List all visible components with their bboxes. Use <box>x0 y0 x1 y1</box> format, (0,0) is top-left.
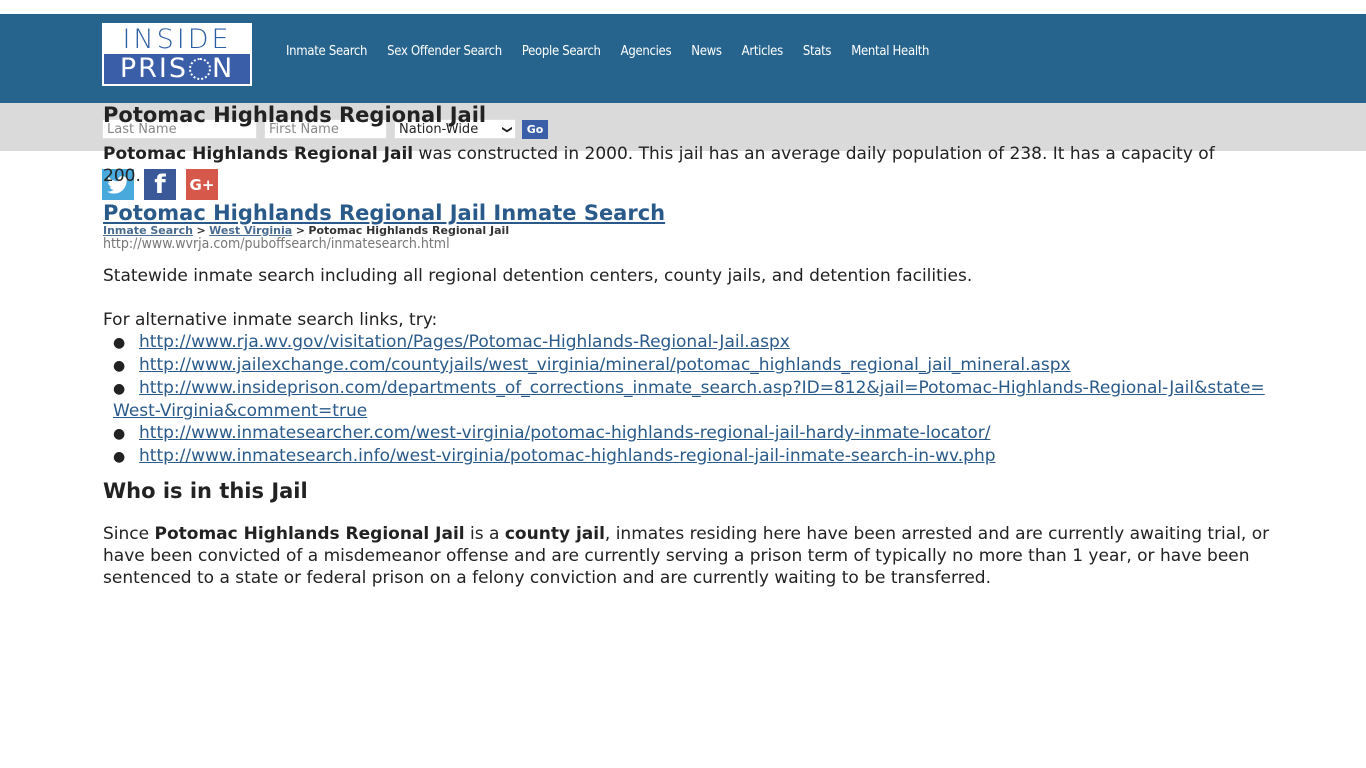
site-header: INSIDE PRIS N Inmate Search Sex Offender … <box>0 14 1366 103</box>
page-title: Potomac Highlands Regional Jail <box>103 103 487 127</box>
nav-sex-offender-search[interactable]: Sex Offender Search <box>387 44 502 59</box>
alt-link[interactable]: http://www.insideprison.com/departments_… <box>113 378 1265 421</box>
inmate-search-description: Statewide inmate search including all re… <box>103 266 973 286</box>
inside-prison-logo[interactable]: INSIDE PRIS N <box>102 23 252 86</box>
who-text: Since <box>103 524 155 544</box>
chevron-down-icon: ❮ <box>501 124 513 134</box>
who-jail-name: Potomac Highlands Regional Jail <box>154 524 465 544</box>
who-text: is a <box>464 524 505 544</box>
alt-link[interactable]: http://www.rja.wv.gov/visitation/Pages/P… <box>139 332 790 352</box>
bullet-icon: ● <box>113 381 126 397</box>
nav-articles[interactable]: Articles <box>742 44 784 59</box>
who-jail-type: county jail <box>504 524 605 544</box>
list-item: ● http://www.inmatesearcher.com/west-virg… <box>113 422 1268 445</box>
alt-link[interactable]: http://www.jailexchange.com/countyjails/… <box>139 355 1071 375</box>
bullet-icon: ● <box>113 335 126 351</box>
bullet-icon: ● <box>113 426 126 442</box>
barbed-wire-o-icon <box>188 58 211 80</box>
nav-news[interactable]: News <box>691 44 722 59</box>
bullet-icon: ● <box>113 449 126 465</box>
alt-link[interactable]: http://www.inmatesearch.info/west-virgin… <box>139 446 996 466</box>
list-item: ● http://www.rja.wv.gov/visitation/Pages/… <box>113 331 1268 354</box>
nav-stats[interactable]: Stats <box>803 44 832 59</box>
logo-bottom-right: N <box>211 53 235 84</box>
intro-paragraph: Potomac Highlands Regional Jail was cons… <box>103 143 1243 187</box>
logo-bottom-text: PRIS N <box>104 54 250 84</box>
list-item: ● http://www.jailexchange.com/countyjails… <box>113 354 1268 377</box>
alt-link[interactable]: http://www.inmatesearcher.com/west-virgi… <box>139 423 990 443</box>
inmate-search-link[interactable]: Potomac Highlands Regional Jail Inmate S… <box>103 201 665 225</box>
main-nav: Inmate Search Sex Offender Search People… <box>286 44 949 59</box>
inmate-search-url: http://www.wvrja.com/puboffsearch/inmate… <box>103 236 450 252</box>
top-gap <box>0 0 1366 14</box>
nav-mental-health[interactable]: Mental Health <box>851 44 929 59</box>
alternative-links-intro: For alternative inmate search links, try… <box>103 310 438 330</box>
list-item: ● http://www.inmatesearch.info/west-virgi… <box>113 445 1268 468</box>
logo-top-text: INSIDE <box>122 24 232 55</box>
logo-bottom-left: PRIS <box>119 53 188 84</box>
alternative-links-list: ● http://www.rja.wv.gov/visitation/Pages/… <box>103 331 1268 468</box>
list-item: ● http://www.insideprison.com/departments… <box>113 377 1268 422</box>
who-heading: Who is in this Jail <box>103 479 308 503</box>
intro-jail-name: Potomac Highlands Regional Jail <box>103 144 414 164</box>
nav-agencies[interactable]: Agencies <box>621 44 672 59</box>
bullet-icon: ● <box>113 358 126 374</box>
who-paragraph: Since Potomac Highlands Regional Jail is… <box>103 523 1273 589</box>
go-button[interactable]: Go <box>522 120 548 139</box>
nav-people-search[interactable]: People Search <box>522 44 601 59</box>
nav-inmate-search[interactable]: Inmate Search <box>286 44 367 59</box>
